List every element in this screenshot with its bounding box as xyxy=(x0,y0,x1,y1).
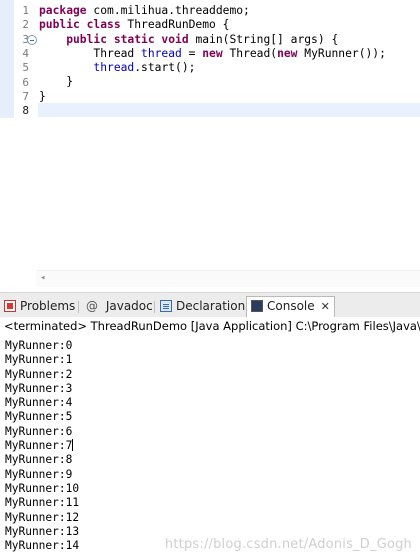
console-line: MyRunner:8 xyxy=(5,453,79,467)
console-line: MyRunner:5 xyxy=(5,410,79,424)
line-number: 8 xyxy=(22,104,29,118)
console-line-text: MyRunner:4 xyxy=(5,396,73,410)
code-line[interactable]: } xyxy=(39,75,420,89)
line-number: 2 xyxy=(22,18,29,32)
text-caret xyxy=(72,439,74,452)
declaration-icon xyxy=(160,300,172,312)
code-line[interactable]: public class ThreadRunDemo { xyxy=(39,18,420,32)
tab-javadoc-label: Javadoc xyxy=(105,299,153,313)
code-token: Thread xyxy=(39,46,142,60)
console-line: MyRunner:0 xyxy=(5,339,79,353)
console-icon xyxy=(251,300,263,312)
change-ruler xyxy=(0,0,14,118)
line-number: 1 xyxy=(22,4,29,17)
console-line: MyRunner:7 xyxy=(5,439,79,453)
console-line-text: MyRunner:8 xyxy=(5,453,73,467)
code-token: = xyxy=(181,46,203,60)
tab-console-label: Console xyxy=(267,299,315,313)
view-tab-bar: Problems @ Javadoc Declaration Console ✕ xyxy=(0,292,420,318)
code-token: new xyxy=(202,46,230,60)
code-token: package xyxy=(39,4,94,17)
tab-console[interactable]: Console ✕ xyxy=(246,296,335,317)
code-token: } xyxy=(39,75,74,89)
code-token: new xyxy=(277,46,305,60)
line-number: 4 xyxy=(22,46,29,60)
tab-declaration[interactable]: Declaration xyxy=(160,297,245,317)
console-line: MyRunner:13 xyxy=(5,525,79,539)
tab-problems[interactable]: Problems xyxy=(4,297,75,317)
console-line: MyRunner:12 xyxy=(5,511,79,525)
console-line: MyRunner:3 xyxy=(5,382,79,396)
console-line-text: MyRunner:12 xyxy=(5,510,80,524)
console-line-text: MyRunner:9 xyxy=(5,467,73,481)
code-line[interactable]: package com.milihua.threaddemo; xyxy=(39,4,420,18)
console-line-text: MyRunner:11 xyxy=(5,496,80,510)
code-token: } xyxy=(39,89,46,103)
console-output[interactable]: MyRunner:0 MyRunner:1 MyRunner:2 MyRunner:3… xyxy=(0,337,420,560)
console-line: MyRunner:14 xyxy=(5,539,79,553)
console-line-text: MyRunner:7 xyxy=(5,439,73,453)
console-line-text: MyRunner:3 xyxy=(5,381,73,395)
console-line-text: MyRunner:6 xyxy=(5,424,73,438)
code-token: main(String[] args) { xyxy=(195,32,339,46)
code-token: .start(); xyxy=(134,61,196,75)
console-line-text: MyRunner:14 xyxy=(5,539,80,553)
console-line-text: MyRunner:13 xyxy=(5,524,80,538)
console-line: MyRunner:2 xyxy=(5,368,79,382)
watermark: https://blog.csdn.net/Adonis_D_Gogh xyxy=(164,537,412,552)
console-lines: MyRunner:0 MyRunner:1 MyRunner:2 MyRunner:3… xyxy=(5,339,79,553)
code-token: public class xyxy=(39,18,128,32)
console-status-label: <terminated> ThreadRunDemo [Java Applica… xyxy=(0,317,420,336)
scroll-left-icon[interactable]: ◂ xyxy=(40,273,45,283)
code-text[interactable]: package com.milihua.threaddemo; public cl… xyxy=(39,4,420,118)
tab-javadoc[interactable]: @ Javadoc xyxy=(86,297,153,317)
horizontal-scrollbar[interactable]: ◂ xyxy=(36,270,420,287)
code-token: com.milihua.threaddemo; xyxy=(93,4,250,17)
code-token: ThreadRunDemo { xyxy=(127,18,230,32)
console-line: MyRunner:4 xyxy=(5,396,79,410)
tab-declaration-label: Declaration xyxy=(176,299,246,313)
code-editor[interactable]: 12345678 package com.milihua.threaddemo;… xyxy=(0,0,420,292)
console-line-text: MyRunner:1 xyxy=(5,353,73,367)
code-token: thread xyxy=(93,61,135,75)
tab-problems-label: Problems xyxy=(20,299,76,313)
line-number: 6 xyxy=(22,75,29,89)
console-line-text: MyRunner:5 xyxy=(5,410,73,424)
line-number: 7 xyxy=(22,89,29,103)
console-line: MyRunner:9 xyxy=(5,468,79,482)
javadoc-icon: @ xyxy=(86,299,98,313)
console-line: MyRunner:10 xyxy=(5,482,79,496)
problems-icon xyxy=(4,300,16,312)
code-line[interactable]: Thread thread = new Thread(new MyRunner(… xyxy=(39,47,420,61)
code-line[interactable]: public static void main(String[] args) { xyxy=(39,33,420,47)
console-line-text: MyRunner:10 xyxy=(5,481,80,495)
console-line: MyRunner:11 xyxy=(5,496,79,510)
code-token: Thread( xyxy=(229,46,278,60)
tab-divider xyxy=(154,301,155,313)
line-number-gutter: 12345678 xyxy=(0,0,37,292)
fold-collapse-icon[interactable] xyxy=(27,35,37,45)
code-line[interactable]: thread.start(); xyxy=(39,61,420,75)
code-token: thread xyxy=(141,46,182,60)
code-line[interactable] xyxy=(39,104,420,118)
line-number: 5 xyxy=(22,61,29,75)
tab-divider xyxy=(78,301,79,313)
console-line-text: MyRunner:2 xyxy=(5,367,73,381)
console-line: MyRunner:6 xyxy=(5,425,79,439)
code-token: MyRunner()); xyxy=(304,46,386,60)
code-line[interactable]: } xyxy=(39,90,420,104)
close-icon[interactable]: ✕ xyxy=(321,300,330,313)
console-line-text: MyRunner:0 xyxy=(5,339,73,352)
code-token: public static void xyxy=(39,32,196,46)
console-line: MyRunner:1 xyxy=(5,353,79,367)
